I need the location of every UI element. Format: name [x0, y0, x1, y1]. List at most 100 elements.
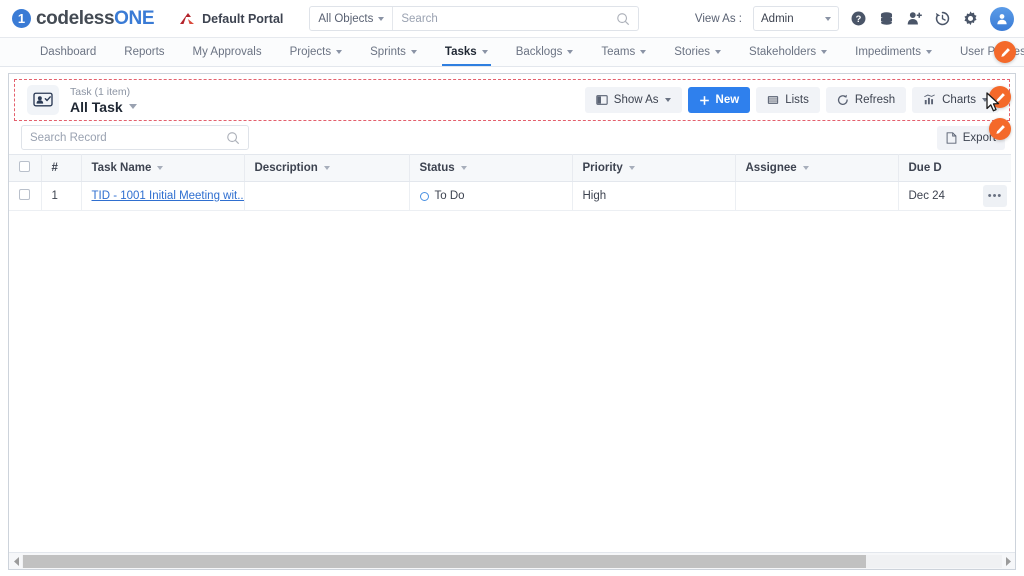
global-search-input[interactable] — [393, 7, 617, 30]
cell-assignee — [735, 181, 899, 211]
horizontal-scrollbar[interactable] — [9, 552, 1015, 569]
row-select-checkbox[interactable] — [19, 189, 30, 200]
column-label: # — [51, 162, 58, 174]
nav-item-impediments[interactable]: Impediments — [841, 38, 946, 66]
column-select-all[interactable] — [9, 154, 42, 182]
nav-label: Stories — [674, 46, 711, 58]
task-name-link[interactable]: TID - 1001 Initial Meeting wit... — [92, 190, 244, 202]
lists-button[interactable]: Lists — [756, 87, 820, 113]
export-edit-fab-button[interactable] — [989, 118, 1011, 140]
cell-task-name[interactable]: TID - 1001 Initial Meeting wit... — [81, 181, 245, 211]
nav-item-dashboard[interactable]: Dashboard — [26, 38, 110, 66]
list-icon — [768, 96, 779, 104]
chevron-down-icon — [128, 104, 137, 109]
column-filter-icon[interactable] — [628, 166, 635, 170]
nav-label: Projects — [289, 46, 332, 58]
avatar[interactable] — [990, 6, 1014, 31]
logo-text-blue: ONE — [114, 7, 155, 29]
column-label: Status — [419, 162, 455, 174]
record-count-label: Task (1 item) — [70, 85, 131, 98]
view-name-dropdown[interactable]: All Task — [70, 99, 137, 115]
nav-item-my-approvals[interactable]: My Approvals — [179, 38, 276, 66]
chevron-down-icon — [481, 50, 488, 54]
column-priority[interactable]: Priority — [572, 154, 736, 182]
nav-item-reports[interactable]: Reports — [110, 38, 178, 66]
column-label: Priority — [582, 162, 623, 174]
nav-item-teams[interactable]: Teams — [587, 38, 660, 66]
table-row[interactable]: 1 TID - 1001 Initial Meeting wit... To D… — [9, 181, 1011, 211]
chevron-down-icon — [567, 50, 574, 54]
portal-logo-icon — [180, 12, 195, 24]
edit-pencil-icon — [995, 124, 1005, 134]
view-name-label: All Task — [70, 98, 123, 115]
records-table-container: # Task Name Description Status Priority … — [9, 154, 1015, 552]
cell-select[interactable] — [9, 181, 42, 211]
chevron-down-icon — [378, 16, 385, 21]
column-filter-icon[interactable] — [802, 166, 809, 170]
column-due-date[interactable]: Due D — [898, 154, 1011, 182]
portal-selector[interactable]: Default Portal — [179, 12, 283, 26]
nav-item-stories[interactable]: Stories — [660, 38, 735, 66]
refresh-label: Refresh — [854, 94, 896, 106]
record-title-block: Task (1 item) All Task — [70, 86, 137, 115]
global-search-group: All Objects — [309, 6, 640, 31]
select-all-checkbox[interactable] — [19, 161, 30, 172]
chevron-down-icon — [821, 50, 828, 54]
chevron-down-icon — [825, 16, 831, 21]
chevron-down-icon — [640, 50, 647, 54]
refresh-icon — [837, 94, 848, 105]
top-right-actions: View As : Admin ? — [695, 6, 1014, 31]
nav-label: Dashboard — [40, 46, 97, 58]
column-filter-icon[interactable] — [157, 166, 164, 170]
column-label: Description — [254, 162, 318, 174]
scrollbar-track[interactable] — [22, 554, 1002, 568]
task-card-icon — [27, 85, 59, 115]
add-user-icon[interactable] — [906, 10, 923, 27]
scrollbar-thumb[interactable] — [23, 554, 866, 568]
status-label: To Do — [434, 190, 465, 202]
portal-name-label: Default Portal — [202, 11, 284, 26]
refresh-button[interactable]: Refresh — [825, 87, 907, 113]
chevron-down-icon — [715, 50, 722, 54]
charts-button[interactable]: Charts — [912, 87, 999, 113]
toolbar-edit-fab-button[interactable] — [989, 86, 1011, 108]
records-table: # Task Name Description Status Priority … — [9, 154, 1011, 211]
cell-due-date: Dec 24 ••• — [898, 181, 1011, 211]
table-header-row: # Task Name Description Status Priority … — [9, 154, 1011, 182]
row-overflow-menu-button[interactable]: ••• — [983, 185, 1007, 207]
database-icon[interactable] — [878, 10, 895, 27]
table-empty-area — [9, 211, 1015, 552]
gear-icon[interactable] — [962, 10, 979, 27]
search-icon[interactable] — [616, 12, 630, 26]
table-header: # Task Name Description Status Priority … — [9, 154, 1011, 182]
search-record-input[interactable] — [22, 131, 226, 144]
view-as-dropdown[interactable]: Admin — [753, 6, 839, 31]
column-filter-icon[interactable] — [460, 166, 467, 170]
new-button[interactable]: New — [687, 87, 751, 113]
nav-item-backlogs[interactable]: Backlogs — [502, 38, 588, 66]
column-description[interactable]: Description — [244, 154, 410, 182]
main-content-panel: Task (1 item) All Task Show As New Lists… — [8, 73, 1016, 570]
app-logo[interactable]: 1 codelessONE — [12, 7, 155, 30]
object-filter-label: All Objects — [318, 12, 374, 25]
nav-item-sprints[interactable]: Sprints — [356, 38, 431, 66]
show-as-button[interactable]: Show As — [584, 87, 682, 113]
charts-label: Charts — [942, 94, 976, 106]
history-icon[interactable] — [934, 10, 951, 27]
column-task-name[interactable]: Task Name — [81, 154, 245, 182]
chevron-down-icon — [664, 98, 671, 102]
nav-item-stakeholders[interactable]: Stakeholders — [735, 38, 841, 66]
column-status[interactable]: Status — [409, 154, 573, 182]
column-assignee[interactable]: Assignee — [735, 154, 899, 182]
help-circle-icon[interactable]: ? — [850, 10, 867, 27]
scroll-right-arrow-icon[interactable] — [1002, 556, 1013, 566]
nav-item-projects[interactable]: Projects — [276, 38, 357, 66]
column-filter-icon[interactable] — [323, 166, 330, 170]
scroll-left-arrow-icon[interactable] — [11, 556, 22, 566]
search-icon[interactable] — [226, 131, 240, 145]
object-filter-dropdown[interactable]: All Objects — [310, 7, 394, 30]
view-as-label: View As : — [694, 12, 742, 25]
chevron-down-icon — [410, 50, 417, 54]
nav-item-tasks[interactable]: Tasks — [431, 38, 502, 66]
nav-edit-fab-button[interactable] — [994, 41, 1016, 63]
